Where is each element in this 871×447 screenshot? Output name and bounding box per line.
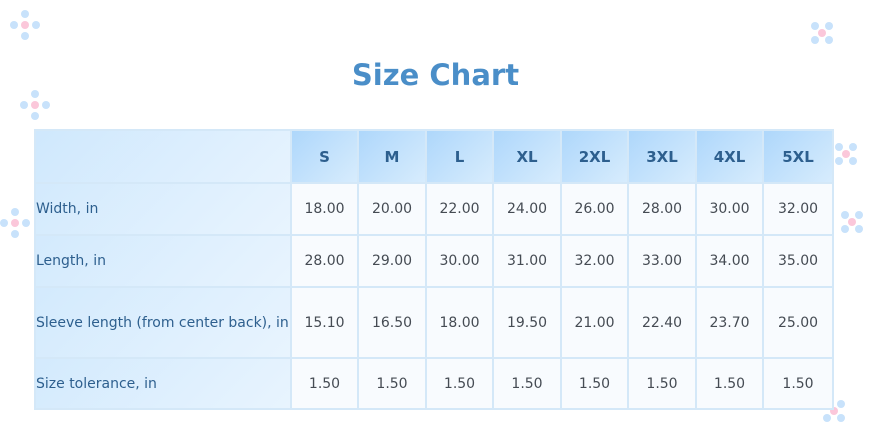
decor-dots bbox=[10, 10, 40, 40]
size-header-s: S bbox=[290, 129, 359, 184]
table-cell: 26.00 bbox=[560, 182, 629, 236]
table-cell: 34.00 bbox=[695, 234, 764, 288]
table-cell: 32.00 bbox=[762, 182, 834, 236]
table-cell: 24.00 bbox=[492, 182, 562, 236]
row-label-size-tolerance: Size tolerance, in bbox=[34, 357, 292, 410]
table-cell: 1.50 bbox=[762, 357, 834, 410]
size-header-5xl: 5XL bbox=[762, 129, 834, 184]
table-row: Width, in 18.00 20.00 22.00 24.00 26.00 … bbox=[34, 182, 834, 236]
header-row: S M L XL 2XL 3XL 4XL 5XL bbox=[34, 129, 834, 184]
table-cell: 22.00 bbox=[425, 182, 494, 236]
table-cell: 18.00 bbox=[290, 182, 359, 236]
table-cell: 16.50 bbox=[357, 286, 427, 359]
table-cell: 1.50 bbox=[357, 357, 427, 410]
size-header-m: M bbox=[357, 129, 427, 184]
table-cell: 1.50 bbox=[695, 357, 764, 410]
table-cell: 33.00 bbox=[627, 234, 697, 288]
page-title: Size Chart bbox=[351, 58, 520, 92]
table-cell: 1.50 bbox=[290, 357, 359, 410]
table-cell: 20.00 bbox=[357, 182, 427, 236]
table-cell: 1.50 bbox=[492, 357, 562, 410]
size-header-2xl: 2XL bbox=[560, 129, 629, 184]
table-cell: 1.50 bbox=[627, 357, 697, 410]
row-label-sleeve-length: Sleeve length (from center back), in bbox=[34, 286, 292, 359]
table-cell: 31.00 bbox=[492, 234, 562, 288]
decor-dots bbox=[0, 208, 30, 238]
decor-dots bbox=[811, 22, 841, 52]
size-header-xl: XL bbox=[492, 129, 562, 184]
table-cell: 30.00 bbox=[425, 234, 494, 288]
table-cell: 35.00 bbox=[762, 234, 834, 288]
table-row: Length, in 28.00 29.00 30.00 31.00 32.00… bbox=[34, 234, 834, 288]
row-label-width: Width, in bbox=[34, 182, 292, 236]
size-chart-table: S M L XL 2XL 3XL 4XL 5XL Width, in 18.00… bbox=[34, 129, 834, 410]
table-cell: 18.00 bbox=[425, 286, 494, 359]
table-cell: 32.00 bbox=[560, 234, 629, 288]
size-header-3xl: 3XL bbox=[627, 129, 697, 184]
table-cell: 28.00 bbox=[627, 182, 697, 236]
table-cell: 22.40 bbox=[627, 286, 697, 359]
decor-dots bbox=[20, 90, 50, 120]
table-cell: 1.50 bbox=[560, 357, 629, 410]
table-row: Sleeve length (from center back), in 15.… bbox=[34, 286, 834, 359]
decor-dots bbox=[835, 143, 865, 173]
size-header-l: L bbox=[425, 129, 494, 184]
table-cell: 29.00 bbox=[357, 234, 427, 288]
table-cell: 28.00 bbox=[290, 234, 359, 288]
decor-dots bbox=[841, 211, 871, 241]
table-cell: 19.50 bbox=[492, 286, 562, 359]
table-cell: 30.00 bbox=[695, 182, 764, 236]
table-cell: 15.10 bbox=[290, 286, 359, 359]
header-corner-cell bbox=[34, 129, 292, 184]
table-row: Size tolerance, in 1.50 1.50 1.50 1.50 1… bbox=[34, 357, 834, 410]
table-cell: 1.50 bbox=[425, 357, 494, 410]
table-cell: 23.70 bbox=[695, 286, 764, 359]
size-header-4xl: 4XL bbox=[695, 129, 764, 184]
row-label-length: Length, in bbox=[34, 234, 292, 288]
table-cell: 25.00 bbox=[762, 286, 834, 359]
table-cell: 21.00 bbox=[560, 286, 629, 359]
